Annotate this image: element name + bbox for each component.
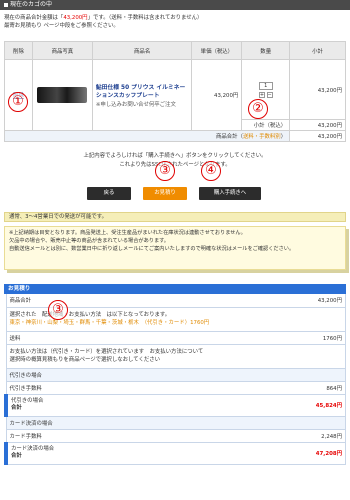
cod-total-value: 45,824円: [213, 394, 347, 417]
card-total-label-b: 合計: [11, 453, 22, 459]
shipping-info: 通常、3〜4営業日での発送が可能です。: [4, 212, 346, 222]
marker-3-top: ③: [155, 161, 175, 181]
unit-price-cell: 43,200円: [191, 59, 243, 131]
estimate-button[interactable]: お見積り: [143, 187, 187, 200]
card-fee-value: 2,248円: [213, 429, 347, 443]
region-line-2: 東京・神奈川・山梨・埼玉・群馬・千葉・茨城・栃木 （代引き・カード）1760円: [9, 320, 210, 326]
stock-notice: ※上記納期は目安となります。商品発送上、受注生産品がまいれた在庫状況は連動させて…: [4, 226, 346, 270]
table-row: 代引きの場合 合計 45,824円: [3, 394, 347, 417]
total-label-c: ）: [280, 134, 287, 140]
table-row: カード決済の場合 合計 47,208円: [3, 442, 347, 465]
qty-minus-button[interactable]: −: [266, 91, 273, 98]
qty-plus-button[interactable]: +: [258, 91, 265, 98]
cart-intro: 現在の商品合計金額は「43,200円」です。（送料・手数料は含まれておりません）…: [4, 14, 344, 30]
cart-header-title: 現在のカゴの中: [10, 1, 53, 8]
marker-3-bottom: ③: [48, 300, 68, 320]
table-row: カード手数料 2,248円: [5, 429, 347, 443]
note-line-2: これより先はSSL化されたページとなります。: [119, 162, 231, 168]
notice-line-1: ※上記納期は目安となります。商品発送上、受注生産品がまいれた在庫状況は連動させて…: [9, 230, 246, 236]
note-line-1: 上記内容でよろしければ「購入手続きへ」ボタンをクリックしてください。: [83, 153, 267, 159]
marker-1: ①: [8, 92, 28, 112]
cod-fee-label: 代引き手数料: [5, 381, 214, 395]
total-label: 商品合計（送料・手数料別）: [3, 130, 291, 142]
cod-total-label: 代引きの場合 合計: [3, 394, 214, 417]
marker-4: ④: [201, 161, 221, 181]
product-total-value: 43,200円: [213, 294, 347, 308]
subtotal-cell: 43,200円: [289, 59, 346, 120]
product-thumbnail[interactable]: [37, 87, 88, 103]
subtotal-value: 43,200円: [289, 119, 346, 131]
total-label-a: 商品合計（: [215, 134, 243, 140]
qty-input[interactable]: 1: [258, 81, 273, 90]
shipping-value: 1760円: [213, 331, 347, 345]
card-total-label-a: カード決済の場合: [11, 446, 55, 452]
product-name-link[interactable]: 鮎田仕様 50 プリウス イルミネーションスカッフプレート: [93, 82, 192, 102]
col-delete: 削除: [4, 41, 33, 60]
product-total-label: 商品合計: [5, 294, 214, 308]
cart-table-header-row: 削除 商品写真 商品名 単価（税込） 数量 小計: [4, 41, 346, 60]
total-label-b: 送料・手数料別: [242, 134, 281, 140]
product-note: ※申し込みお問い合せ何卒ご注文: [95, 101, 176, 108]
col-unit-price: 単価（税込）: [191, 41, 243, 60]
marker-2: ②: [248, 99, 268, 119]
notice-line-2: 欠品中の場合や、販売中止等の商品が含まれている場合があります。: [9, 238, 169, 244]
col-qty: 数量: [241, 41, 291, 60]
col-name: 商品名: [91, 41, 193, 60]
cod-fee-value: 864円: [213, 381, 347, 395]
table-row: カード決済の場合: [5, 416, 346, 430]
card-fee-label: カード手数料: [5, 429, 214, 443]
intro-amount: 43,200円: [63, 15, 88, 21]
table-row: 削除 鮎田仕様 50 プリウス イルミネーションスカッフプレート ※申し込みお問…: [4, 59, 346, 131]
row-total: 商品合計（送料・手数料別） 43,200円: [3, 130, 346, 142]
cod-section-label: 代引きの場合: [5, 368, 346, 382]
col-photo: 商品写真: [31, 41, 93, 60]
name-cell: 鮎田仕様 50 プリウス イルミネーションスカッフプレート ※申し込みお問い合せ…: [91, 59, 193, 131]
shipping-label: 送料: [5, 331, 214, 345]
cart-header-bar: 現在のカゴの中: [0, 0, 350, 10]
card-total-value: 47,208円: [213, 442, 347, 465]
intro-text-b: 」です。（送料・手数料は含まれておりません）: [87, 15, 203, 21]
estimate-header: お見積り: [4, 284, 346, 294]
intro-text-a: 現在の商品合計金額は「: [4, 15, 64, 21]
back-button[interactable]: 戻る: [87, 187, 131, 200]
table-row: 代引き手数料 864円: [5, 381, 347, 395]
square-icon: [4, 2, 8, 7]
table-row: 送料 1760円: [5, 331, 347, 345]
col-subtotal: 小計: [289, 41, 346, 60]
checkout-button[interactable]: 購入手続きへ: [199, 187, 261, 200]
card-total-label: カード決済の場合 合計: [3, 442, 214, 465]
intro-line-1: 現在の商品合計金額は「43,200円」です。（送料・手数料は含まれておりません）: [4, 14, 344, 22]
table-row: お支払い方法は（代引き・カード）を選択されています お支払い方法について 選択時…: [5, 344, 346, 369]
notice-line-3: 自動送信メールとは別に、数営業日中に折り返しメールにてご案内いたしますので明確な…: [9, 246, 295, 252]
subtotal-label: 小計（税込）: [241, 119, 291, 131]
payment-note-1: お支払い方法は（代引き・カード）を選択されています お支払い方法について: [9, 349, 204, 355]
payment-note-2: 選択時の概算見積もりを商品ページで選択しなおしてください: [9, 357, 161, 363]
payment-note-cell: お支払い方法は（代引き・カード）を選択されています お支払い方法について 選択時…: [5, 344, 346, 369]
table-row: 代引きの場合: [5, 368, 346, 382]
cod-total-label-b: 合計: [11, 405, 22, 411]
intro-line-2: 最寄お見積もり ページ中段をご参照ください。: [4, 23, 119, 29]
cod-total-label-a: 代引きの場合: [11, 398, 44, 404]
checkout-note: 上記内容でよろしければ「購入手続きへ」ボタンをクリックしてください。 これより先…: [0, 152, 350, 170]
total-value: 43,200円: [289, 130, 346, 142]
cart-table: 削除 商品写真 商品名 単価（税込） 数量 小計 削除 鮎田仕様 50 プリウス…: [3, 41, 346, 142]
photo-cell: [31, 59, 93, 131]
card-section-label: カード決済の場合: [5, 416, 346, 430]
